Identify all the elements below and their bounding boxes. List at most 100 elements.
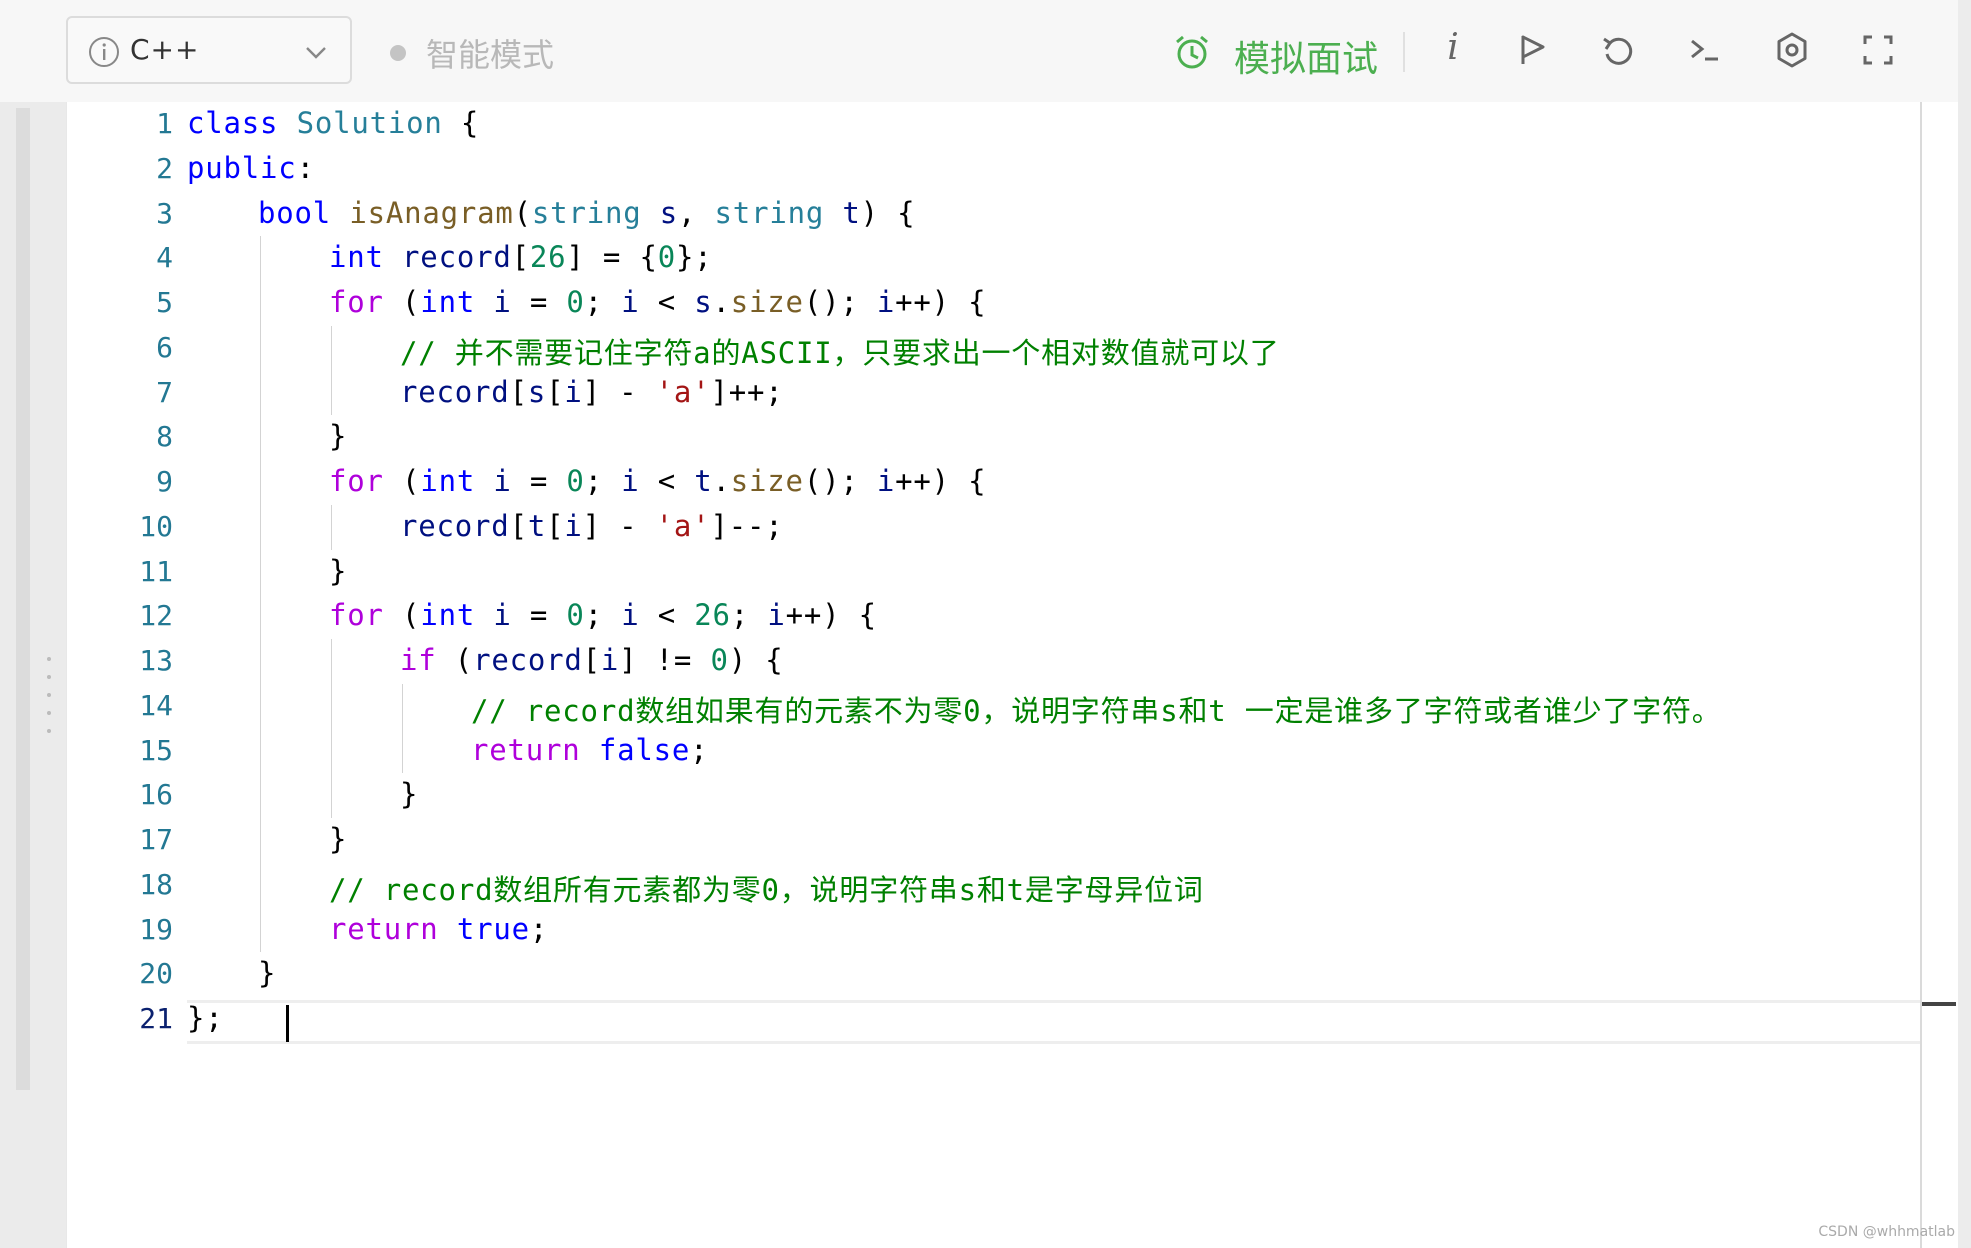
code-line[interactable]: 11}: [67, 549, 1921, 595]
info-italic-icon[interactable]: i: [1438, 27, 1468, 68]
code-editor[interactable]: 1 class Solution { 2 public: 3 bool isAnagram…: [66, 102, 1921, 1248]
code-token: size: [730, 464, 804, 498]
indent-guide: [260, 460, 261, 505]
code-token: ++) {: [895, 464, 987, 498]
code-token: record: [473, 643, 583, 677]
code-token: i: [564, 374, 583, 409]
code-token: (: [436, 643, 474, 677]
left-panel-resizer[interactable]: [0, 102, 66, 1248]
line-number: 7: [156, 375, 173, 409]
line-number: 17: [139, 823, 173, 856]
indent-guide: [331, 504, 332, 550]
line-number: 1: [156, 107, 173, 140]
code-token: (: [513, 195, 532, 230]
code-text: class Solution {: [187, 106, 479, 140]
code-token: 0: [566, 598, 585, 633]
mock-interview-button[interactable]: 模拟面试: [1234, 30, 1378, 82]
line-number: 20: [139, 957, 173, 991]
code-token: int: [329, 240, 384, 275]
indent-guide: [260, 370, 261, 416]
code-line[interactable]: 10 record[t[i] - 'a']--;: [67, 504, 1921, 550]
code-line[interactable]: 12 for (int i = 0; i < 26; i++) {: [67, 594, 1921, 639]
code-line[interactable]: 16}: [67, 773, 1921, 818]
code-token: [: [509, 508, 528, 543]
code-token: }: [258, 956, 277, 991]
indent-guide: [260, 325, 261, 371]
code-line[interactable]: 6 // 并不需要记住字符a的ASCII，只要求出一个相对数值就可以了: [67, 325, 1921, 371]
code-token: int: [420, 598, 476, 633]
code-token: 0: [566, 464, 585, 498]
language-select[interactable]: C++: [66, 16, 352, 84]
code-token: record: [402, 240, 512, 275]
code-line[interactable]: 19 return true;: [67, 907, 1921, 953]
line-number: 5: [156, 286, 173, 319]
indent-guide: [331, 683, 332, 729]
code-line[interactable]: 14 // record数组如果有的元素不为零0，说明字符串s和t 一定是谁多了字…: [67, 683, 1921, 730]
indent-guide: [260, 594, 261, 639]
code-token: .: [712, 285, 731, 319]
code-token: s: [527, 374, 547, 409]
code-line[interactable]: 18 // record数组所有元素都为零0，说明字符串s和t是字母异位词: [67, 862, 1921, 908]
code-token: ;: [529, 911, 549, 946]
code-text: // record数组如果有的元素不为零0，说明字符串s和t 一定是谁多了字符或…: [471, 688, 1722, 730]
watermark: CSDN @whhmatlab: [1818, 1224, 1955, 1240]
code-line[interactable]: 8}: [67, 415, 1921, 460]
code-token: ++) {: [785, 598, 877, 633]
info-icon[interactable]: [88, 36, 120, 68]
code-line[interactable]: 7 record[s[i] - 'a']++;: [67, 370, 1921, 416]
indent-guide: [331, 370, 332, 416]
code-line[interactable]: 17}: [67, 818, 1921, 863]
code-line[interactable]: 2 public:: [67, 147, 1921, 192]
code-token: Solution: [278, 106, 443, 140]
code-text: bool isAnagram(string s, string t) {: [258, 196, 915, 230]
code-token: };: [675, 240, 713, 275]
code-token: t: [694, 464, 713, 498]
console-icon[interactable]: [1685, 30, 1725, 70]
code-token: ]--;: [710, 508, 784, 543]
code-line[interactable]: 21};: [67, 997, 1921, 1042]
indent-guide: [260, 773, 261, 818]
smart-mode-toggle[interactable]: 智能模式: [426, 30, 554, 76]
code-line[interactable]: 5 for (int i = 0; i < s.size(); i++) {: [67, 281, 1921, 326]
code-token: t: [842, 195, 861, 230]
code-line[interactable]: 4 int record[26] = {0};: [67, 236, 1921, 281]
code-token: [: [582, 643, 601, 677]
code-text: record[t[i] - 'a']--;: [400, 509, 784, 543]
code-token: ] !=: [619, 643, 711, 677]
settings-icon[interactable]: [1772, 30, 1812, 70]
drag-handle-icon[interactable]: [47, 657, 53, 747]
code-token: ;: [690, 732, 709, 767]
code-token: [: [546, 508, 565, 543]
indent-guide: [331, 773, 332, 818]
line-number: 2: [156, 151, 173, 185]
code-token: <: [639, 285, 695, 319]
code-line[interactable]: 20}: [67, 952, 1921, 997]
code-token: return: [329, 911, 439, 946]
code-token: i: [600, 643, 620, 677]
code-token: false: [598, 732, 691, 767]
alarm-clock-icon[interactable]: [1172, 32, 1212, 72]
indent-guide: [260, 728, 261, 774]
left-scrollbar[interactable]: [16, 108, 30, 1090]
run-flag-icon[interactable]: [1512, 30, 1552, 70]
fullscreen-icon[interactable]: [1858, 30, 1898, 70]
code-token: // record数组如果有的元素不为零0，说明字符串s和t 一定是谁多了字符或…: [471, 693, 1722, 728]
code-token: ) {: [860, 195, 916, 230]
code-token: =: [511, 464, 567, 498]
code-line[interactable]: 3 bool isAnagram(string s, string t) {: [67, 192, 1921, 237]
code-line[interactable]: 9 for (int i = 0; i < t.size(); i++) {: [67, 460, 1921, 505]
code-text: if (record[i] != 0) {: [400, 643, 784, 677]
code-line[interactable]: 1 class Solution {: [67, 102, 1921, 147]
reset-icon[interactable]: [1598, 30, 1638, 70]
line-number: 6: [156, 330, 173, 364]
code-token: ] = {: [566, 240, 658, 275]
code-text: }: [329, 822, 347, 856]
code-text: for (int i = 0; i < s.size(); i++) {: [329, 285, 986, 319]
code-token: :: [296, 150, 315, 185]
code-line[interactable]: 15 return false;: [67, 728, 1921, 774]
code-line[interactable]: 13 if (record[i] != 0) {: [67, 639, 1921, 684]
code-token: [: [546, 374, 565, 409]
